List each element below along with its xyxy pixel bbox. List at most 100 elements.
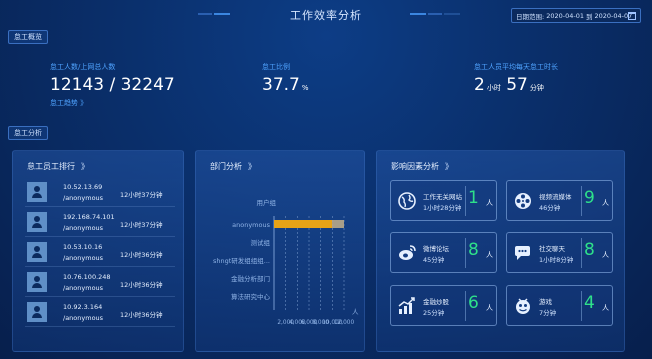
rank-ip: 192.168.74.101: [63, 213, 115, 221]
factor-count: 8: [584, 240, 595, 260]
factor-count: 9: [584, 188, 595, 208]
factor-unit: 人: [486, 251, 493, 259]
factor-divider: [581, 186, 582, 216]
table-row[interactable]: 192.168.74.101 /anonymous 12小时37分钟: [25, 209, 175, 237]
factor-card[interactable]: 游戏 7分钟 4 人: [506, 285, 613, 326]
factor-name: 金融炒股: [423, 298, 449, 306]
x-tick-label: 12,000: [334, 320, 355, 326]
rank-ip: 10.53.10.16: [63, 243, 103, 251]
factor-name: 视频流媒体: [539, 193, 572, 201]
factors-panel-header[interactable]: 影响因素分析》: [391, 161, 453, 172]
kpi-ratio-value: 37.7: [262, 75, 300, 95]
ranking-panel-header[interactable]: 怠工员工排行》: [27, 161, 89, 172]
kpi-avg-time-label: 怠工人员平均每天怠工时长: [474, 63, 558, 71]
factor-name: 微博论坛: [423, 245, 449, 253]
factor-count: 8: [468, 240, 479, 260]
table-row[interactable]: 10.76.100.248 /anonymous 12小时36分钟: [25, 269, 175, 297]
department-panel: 部门分析》 用户组 anonymous 测试组 shngt研发组组组... 金融分析部门…: [195, 150, 365, 352]
table-row[interactable]: 10.92.3.164 /anonymous 12小时36分钟: [25, 299, 175, 327]
overview-section-tag: 怠工概览: [8, 30, 48, 44]
factor-card[interactable]: 金融炒股 25分钟 6 人: [390, 285, 497, 326]
chat-bubble-icon: [515, 246, 530, 260]
factor-divider: [581, 291, 582, 321]
factor-divider: [465, 291, 466, 321]
factor-duration: 45分钟: [423, 256, 445, 264]
rank-user: /anonymous: [63, 224, 104, 232]
factor-name: 工作无关网站: [423, 193, 462, 201]
factors-title: 影响因素分析: [391, 162, 439, 171]
factor-unit: 人: [602, 199, 609, 207]
slack-trend-link[interactable]: 怠工趋势 》: [50, 98, 175, 108]
factor-duration: 7分钟: [539, 309, 557, 317]
kpi-ratio-value-row: 37.7%: [262, 75, 309, 95]
factor-duration: 1小时28分钟: [423, 204, 462, 212]
kpi-avg-hours-unit: 小时: [486, 84, 501, 92]
category-label: shngt研发组组组...: [213, 256, 270, 265]
user-avatar-icon: [27, 242, 47, 262]
category-label: 金融分析部门: [231, 274, 270, 283]
title-decoration-right: [428, 13, 442, 15]
kpi-ratio: 怠工比例 37.7%: [262, 62, 309, 95]
category-label: anonymous: [232, 221, 270, 229]
y-axis-label: 用户组: [257, 198, 277, 207]
category-label: 测试组: [251, 238, 271, 247]
factor-count: 1: [468, 188, 479, 208]
rank-user: /anonymous: [63, 194, 104, 202]
factor-duration: 25分钟: [423, 309, 445, 317]
factor-count: 6: [468, 293, 479, 313]
factor-unit: 人: [602, 304, 609, 312]
category-label: 算法研究中心: [231, 292, 271, 301]
factor-card[interactable]: 工作无关网站 1小时28分钟 1 人: [390, 180, 497, 221]
date-range-label: 日期范围:: [516, 12, 545, 21]
factor-divider: [465, 186, 466, 216]
kpi-avg-minutes-unit: 分钟: [529, 84, 544, 92]
table-row[interactable]: 10.52.13.69 /anonymous 12小时37分钟: [25, 179, 175, 207]
rank-user: /anonymous: [63, 284, 104, 292]
rank-ip: 10.76.100.248: [63, 273, 111, 281]
date-range-start: 2020-04-01: [546, 11, 584, 20]
factor-card[interactable]: 社交聊天 1小时8分钟 8 人: [506, 232, 613, 273]
user-avatar-icon: [27, 212, 47, 232]
date-range-picker[interactable]: 日期范围: 2020-04-01 到 2020-04-07: [511, 8, 641, 23]
user-avatar-icon: [27, 302, 47, 322]
weibo-icon: [399, 245, 416, 260]
globe-icon: [398, 192, 416, 210]
factor-unit: 人: [602, 251, 609, 259]
factor-unit: 人: [486, 199, 493, 207]
rank-duration: 12小时36分钟: [120, 281, 163, 289]
kpi-avg-hours: 2: [474, 75, 485, 95]
kpi-ratio-unit: %: [301, 84, 309, 92]
user-avatar-icon: [27, 182, 47, 202]
factor-card[interactable]: 视频流媒体 46分钟 9 人: [506, 180, 613, 221]
chevron-right-icon: 》: [81, 162, 89, 171]
kpi-total-label: 怠工人数/上网总人数: [50, 63, 116, 71]
factor-duration: 46分钟: [539, 204, 561, 212]
factor-count: 4: [584, 293, 595, 313]
chevron-right-icon: 》: [445, 162, 453, 171]
factor-duration: 1小时8分钟: [539, 256, 574, 264]
bar-tail: [332, 220, 344, 228]
kpi-total: 怠工人数/上网总人数 12143 / 32247 怠工趋势 》: [50, 62, 175, 108]
bar: [274, 220, 332, 228]
calendar-icon[interactable]: [628, 12, 636, 20]
stock-chart-icon: [398, 297, 415, 314]
film-reel-icon: [515, 193, 531, 209]
kpi-avg-time: 怠工人员平均每天怠工时长 2 小时 57 分钟: [474, 62, 558, 95]
rank-duration: 12小时36分钟: [120, 251, 163, 259]
user-avatar-icon: [27, 272, 47, 292]
title-decoration-right: [444, 13, 460, 15]
factor-divider: [581, 238, 582, 268]
rank-duration: 12小时37分钟: [120, 191, 163, 199]
ranking-title: 怠工员工排行: [27, 162, 75, 171]
rank-user: /anonymous: [63, 314, 104, 322]
rank-ip: 10.52.13.69: [63, 183, 103, 191]
rank-duration: 12小时37分钟: [120, 221, 163, 229]
department-bar-chart: 用户组 anonymous 测试组 shngt研发组组组... 金融分析部门算法研究中心…: [213, 198, 359, 326]
kpi-avg-minutes: 57: [506, 75, 528, 95]
factor-card[interactable]: 微博论坛 45分钟 8 人: [390, 232, 497, 273]
rank-user: /anonymous: [63, 254, 104, 262]
factor-name: 游戏: [539, 298, 552, 306]
date-range-end: 2020-04-07: [594, 11, 633, 20]
table-row[interactable]: 10.53.10.16 /anonymous 12小时36分钟: [25, 239, 175, 267]
x-axis-label: 人: [352, 308, 359, 316]
